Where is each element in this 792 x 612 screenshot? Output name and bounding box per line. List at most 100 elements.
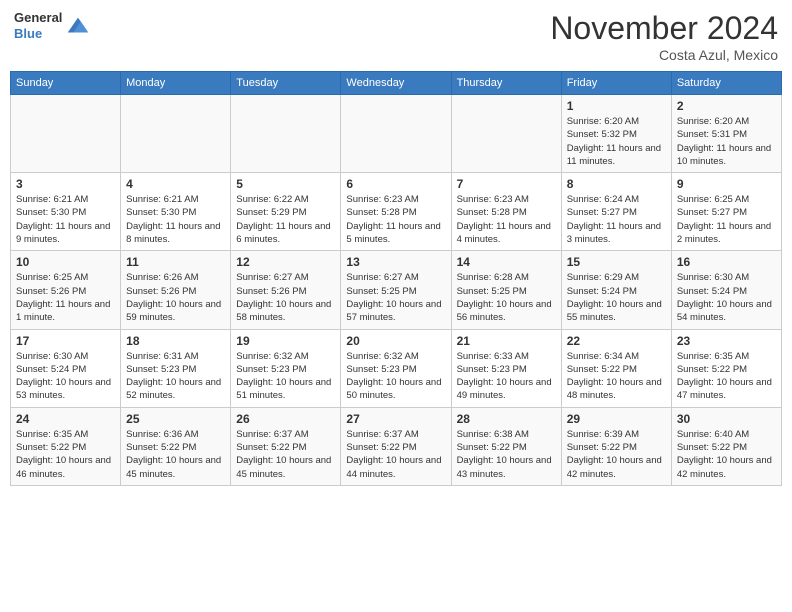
day-info: Sunrise: 6:40 AM Sunset: 5:22 PM Dayligh… xyxy=(677,428,776,481)
logo-blue: Blue xyxy=(14,26,62,42)
day-number: 10 xyxy=(16,255,115,269)
calendar-week-row: 10 Sunrise: 6:25 AM Sunset: 5:26 PM Dayli… xyxy=(11,251,782,329)
day-number: 3 xyxy=(16,177,115,191)
day-number: 18 xyxy=(126,334,225,348)
calendar-cell: 15 Sunrise: 6:29 AM Sunset: 5:24 PM Dayli… xyxy=(561,251,671,329)
calendar-cell: 17 Sunrise: 6:30 AM Sunset: 5:24 PM Dayli… xyxy=(11,329,121,407)
calendar-cell xyxy=(451,95,561,173)
calendar-cell: 21Sunrise: 6:33 AM Sunset: 5:23 PM Dayli… xyxy=(451,329,561,407)
day-info: Sunrise: 6:32 AM Sunset: 5:23 PM Dayligh… xyxy=(346,350,445,403)
calendar-cell: 8 Sunrise: 6:24 AM Sunset: 5:27 PM Daylig… xyxy=(561,173,671,251)
calendar-cell: 28 Sunrise: 6:38 AM Sunset: 5:22 PM Dayli… xyxy=(451,407,561,485)
day-info: Sunrise: 6:21 AM Sunset: 5:30 PM Dayligh… xyxy=(126,193,225,246)
weekday-row: SundayMondayTuesdayWednesdayThursdayFrid… xyxy=(11,72,782,95)
weekday-header: Wednesday xyxy=(341,72,451,95)
day-number: 7 xyxy=(457,177,556,191)
day-info: Sunrise: 6:22 AM Sunset: 5:29 PM Dayligh… xyxy=(236,193,335,246)
calendar-cell: 20 Sunrise: 6:32 AM Sunset: 5:23 PM Dayli… xyxy=(341,329,451,407)
calendar-cell: 4 Sunrise: 6:21 AM Sunset: 5:30 PM Daylig… xyxy=(121,173,231,251)
calendar-cell: 13 Sunrise: 6:27 AM Sunset: 5:25 PM Dayli… xyxy=(341,251,451,329)
calendar-cell: 24Sunrise: 6:35 AM Sunset: 5:22 PM Dayli… xyxy=(11,407,121,485)
day-info: Sunrise: 6:23 AM Sunset: 5:28 PM Dayligh… xyxy=(346,193,445,246)
logo-icon xyxy=(64,12,92,40)
day-info: Sunrise: 6:25 AM Sunset: 5:27 PM Dayligh… xyxy=(677,193,776,246)
page-header: General Blue November 2024 Costa Azul, M… xyxy=(10,10,782,63)
calendar-cell: 2 Sunrise: 6:20 AM Sunset: 5:31 PM Daylig… xyxy=(671,95,781,173)
day-info: Sunrise: 6:35 AM Sunset: 5:22 PM Dayligh… xyxy=(677,350,776,403)
day-info: Sunrise: 6:27 AM Sunset: 5:26 PM Dayligh… xyxy=(236,271,335,324)
day-number: 13 xyxy=(346,255,445,269)
calendar-cell: 14 Sunrise: 6:28 AM Sunset: 5:25 PM Dayli… xyxy=(451,251,561,329)
calendar-cell xyxy=(341,95,451,173)
weekday-header: Friday xyxy=(561,72,671,95)
day-number: 2 xyxy=(677,99,776,113)
day-info: Sunrise: 6:20 AM Sunset: 5:32 PM Dayligh… xyxy=(567,115,666,168)
day-number: 20 xyxy=(346,334,445,348)
calendar-cell xyxy=(231,95,341,173)
calendar-cell: 29Sunrise: 6:39 AM Sunset: 5:22 PM Dayli… xyxy=(561,407,671,485)
day-number: 9 xyxy=(677,177,776,191)
weekday-header: Sunday xyxy=(11,72,121,95)
day-number: 21 xyxy=(457,334,556,348)
day-info: Sunrise: 6:29 AM Sunset: 5:24 PM Dayligh… xyxy=(567,271,666,324)
day-number: 11 xyxy=(126,255,225,269)
day-info: Sunrise: 6:30 AM Sunset: 5:24 PM Dayligh… xyxy=(677,271,776,324)
day-number: 28 xyxy=(457,412,556,426)
day-info: Sunrise: 6:27 AM Sunset: 5:25 PM Dayligh… xyxy=(346,271,445,324)
calendar-week-row: 24Sunrise: 6:35 AM Sunset: 5:22 PM Dayli… xyxy=(11,407,782,485)
calendar-cell: 26Sunrise: 6:37 AM Sunset: 5:22 PM Dayli… xyxy=(231,407,341,485)
calendar-cell: 10 Sunrise: 6:25 AM Sunset: 5:26 PM Dayli… xyxy=(11,251,121,329)
weekday-header: Tuesday xyxy=(231,72,341,95)
calendar-cell: 9 Sunrise: 6:25 AM Sunset: 5:27 PM Daylig… xyxy=(671,173,781,251)
calendar-week-row: 17 Sunrise: 6:30 AM Sunset: 5:24 PM Dayli… xyxy=(11,329,782,407)
day-number: 6 xyxy=(346,177,445,191)
calendar-table: SundayMondayTuesdayWednesdayThursdayFrid… xyxy=(10,71,782,486)
weekday-header: Saturday xyxy=(671,72,781,95)
day-info: Sunrise: 6:28 AM Sunset: 5:25 PM Dayligh… xyxy=(457,271,556,324)
day-info: Sunrise: 6:24 AM Sunset: 5:27 PM Dayligh… xyxy=(567,193,666,246)
title-area: November 2024 Costa Azul, Mexico xyxy=(550,10,778,63)
day-number: 5 xyxy=(236,177,335,191)
calendar-cell: 16 Sunrise: 6:30 AM Sunset: 5:24 PM Dayli… xyxy=(671,251,781,329)
calendar-header: SundayMondayTuesdayWednesdayThursdayFrid… xyxy=(11,72,782,95)
calendar-cell: 19Sunrise: 6:32 AM Sunset: 5:23 PM Dayli… xyxy=(231,329,341,407)
weekday-header: Monday xyxy=(121,72,231,95)
day-number: 1 xyxy=(567,99,666,113)
calendar-cell: 1 Sunrise: 6:20 AM Sunset: 5:32 PM Daylig… xyxy=(561,95,671,173)
day-info: Sunrise: 6:34 AM Sunset: 5:22 PM Dayligh… xyxy=(567,350,666,403)
day-info: Sunrise: 6:26 AM Sunset: 5:26 PM Dayligh… xyxy=(126,271,225,324)
calendar-cell xyxy=(121,95,231,173)
calendar-cell: 5 Sunrise: 6:22 AM Sunset: 5:29 PM Daylig… xyxy=(231,173,341,251)
calendar-cell: 6 Sunrise: 6:23 AM Sunset: 5:28 PM Daylig… xyxy=(341,173,451,251)
day-number: 4 xyxy=(126,177,225,191)
day-number: 17 xyxy=(16,334,115,348)
location: Costa Azul, Mexico xyxy=(550,47,778,63)
day-info: Sunrise: 6:36 AM Sunset: 5:22 PM Dayligh… xyxy=(126,428,225,481)
day-number: 23 xyxy=(677,334,776,348)
calendar-cell: 25 Sunrise: 6:36 AM Sunset: 5:22 PM Dayli… xyxy=(121,407,231,485)
day-info: Sunrise: 6:32 AM Sunset: 5:23 PM Dayligh… xyxy=(236,350,335,403)
calendar-cell: 30 Sunrise: 6:40 AM Sunset: 5:22 PM Dayli… xyxy=(671,407,781,485)
logo-general: General xyxy=(14,10,62,26)
weekday-header: Thursday xyxy=(451,72,561,95)
day-info: Sunrise: 6:30 AM Sunset: 5:24 PM Dayligh… xyxy=(16,350,115,403)
calendar-cell: 7Sunrise: 6:23 AM Sunset: 5:28 PM Daylig… xyxy=(451,173,561,251)
day-number: 30 xyxy=(677,412,776,426)
day-number: 15 xyxy=(567,255,666,269)
calendar-week-row: 1 Sunrise: 6:20 AM Sunset: 5:32 PM Daylig… xyxy=(11,95,782,173)
month-title: November 2024 xyxy=(550,10,778,47)
calendar-cell: 3 Sunrise: 6:21 AM Sunset: 5:30 PM Daylig… xyxy=(11,173,121,251)
day-number: 29 xyxy=(567,412,666,426)
calendar-cell xyxy=(11,95,121,173)
day-number: 25 xyxy=(126,412,225,426)
day-number: 8 xyxy=(567,177,666,191)
day-info: Sunrise: 6:38 AM Sunset: 5:22 PM Dayligh… xyxy=(457,428,556,481)
day-info: Sunrise: 6:20 AM Sunset: 5:31 PM Dayligh… xyxy=(677,115,776,168)
day-number: 14 xyxy=(457,255,556,269)
day-info: Sunrise: 6:25 AM Sunset: 5:26 PM Dayligh… xyxy=(16,271,115,324)
day-number: 16 xyxy=(677,255,776,269)
calendar-week-row: 3 Sunrise: 6:21 AM Sunset: 5:30 PM Daylig… xyxy=(11,173,782,251)
day-info: Sunrise: 6:37 AM Sunset: 5:22 PM Dayligh… xyxy=(346,428,445,481)
day-info: Sunrise: 6:21 AM Sunset: 5:30 PM Dayligh… xyxy=(16,193,115,246)
day-info: Sunrise: 6:37 AM Sunset: 5:22 PM Dayligh… xyxy=(236,428,335,481)
